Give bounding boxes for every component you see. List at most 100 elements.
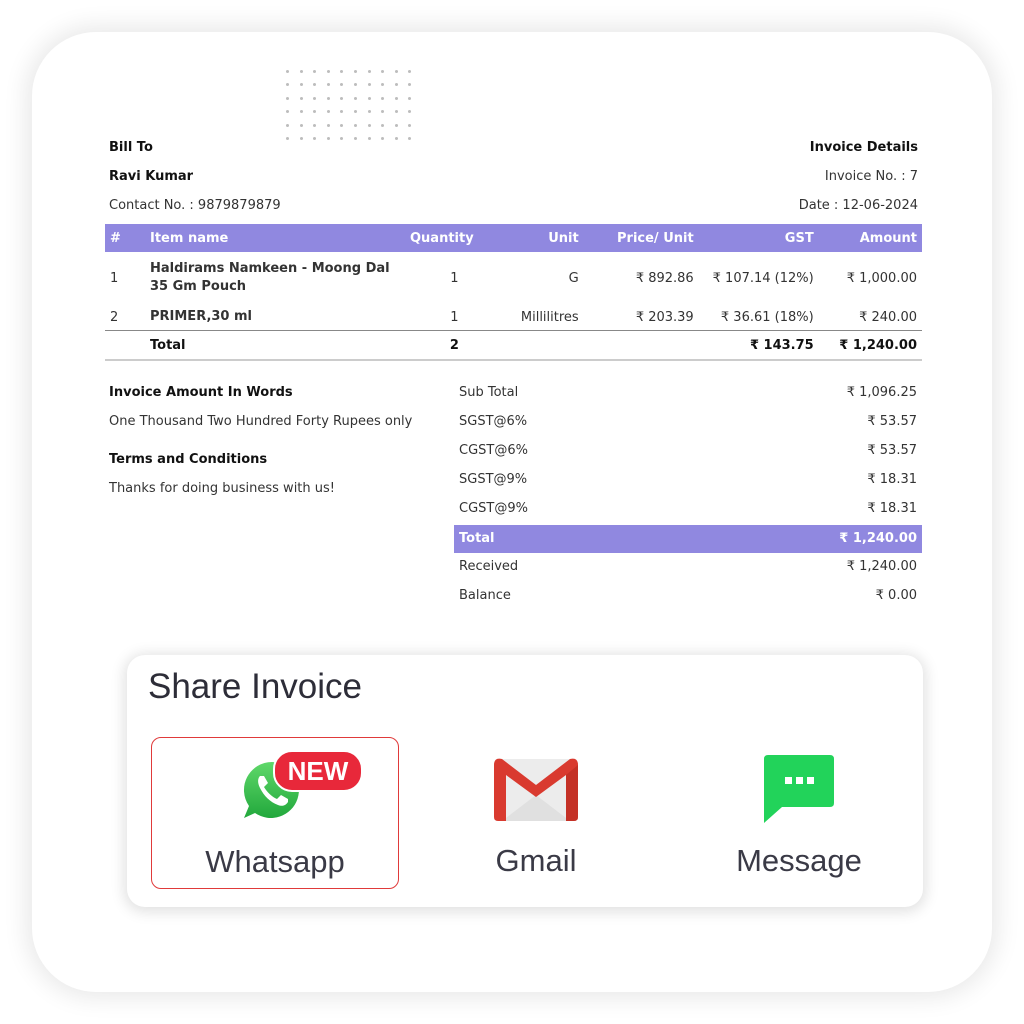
invoice-details-section: Invoice Details Invoice No. : 7 Date : 1…	[799, 135, 918, 222]
decorative-dot	[313, 70, 317, 73]
col-gst: GST	[698, 224, 819, 252]
share-message-button[interactable]: Message	[676, 737, 922, 887]
decorative-dot	[299, 123, 303, 127]
decorative-dot	[367, 137, 371, 140]
decorative-dot	[326, 123, 330, 127]
decorative-dot	[367, 110, 371, 114]
decorative-dot	[394, 123, 398, 127]
summary-value: ₹ 1,096.25	[846, 385, 917, 400]
decorative-dot	[408, 110, 412, 114]
row-price: ₹ 892.86	[635, 270, 694, 286]
decorative-dot	[326, 110, 330, 114]
decorative-dot	[354, 137, 357, 140]
summary-value: ₹ 18.31	[867, 501, 917, 516]
decorative-dot	[367, 96, 371, 100]
decorative-dot	[354, 123, 357, 127]
decorative-dot	[313, 96, 317, 100]
summary-row-total: Total ₹ 1,240.00	[454, 525, 922, 553]
decorative-dot	[381, 83, 385, 87]
share-whatsapp-button[interactable]: NEW Whatsapp	[151, 737, 399, 889]
decorative-dot	[340, 123, 344, 127]
decorative-dot	[299, 137, 303, 140]
col-item-name: Item name	[145, 224, 405, 252]
decorative-dot	[408, 96, 412, 100]
invoice-notes: Invoice Amount In Words One Thousand Two…	[109, 380, 439, 505]
row-unit: G	[568, 270, 579, 286]
decorative-dot	[381, 110, 385, 114]
invoice-date: Date : 12-06-2024	[798, 198, 918, 213]
decorative-dot	[408, 137, 412, 140]
summary-value: ₹ 1,240.00	[846, 559, 917, 574]
decorative-dot	[381, 96, 385, 100]
decorative-dot	[340, 96, 344, 100]
decorative-dot	[408, 123, 412, 127]
decorative-dot	[394, 110, 398, 114]
amount-in-words-heading: Invoice Amount In Words	[109, 385, 293, 400]
gmail-label: Gmail	[495, 843, 577, 878]
decorative-dot	[394, 137, 398, 140]
decorative-dot	[286, 137, 289, 140]
decorative-dot	[286, 123, 289, 127]
decorative-dot	[340, 137, 344, 140]
share-invoice-title: Share Invoice	[148, 667, 363, 706]
message-label: Message	[736, 843, 862, 878]
col-price-unit: Price/ Unit	[583, 224, 699, 252]
row-amount: ₹ 1,000.00	[846, 270, 917, 286]
col-unit: Unit	[478, 224, 584, 252]
invoice-details-heading: Invoice Details	[809, 140, 918, 155]
gmail-icon	[494, 758, 578, 821]
row-unit: Millilitres	[520, 309, 579, 325]
summary-value: ₹ 18.31	[867, 472, 917, 487]
summary-label: Sub Total	[459, 385, 519, 400]
row-number: 1	[110, 270, 119, 286]
decorative-dot	[381, 137, 385, 140]
decorative-dot	[394, 83, 398, 87]
row-item-name: PRIMER,30 ml	[150, 309, 253, 324]
bill-to-section: Bill To Ravi Kumar Contact No. : 9879879…	[109, 135, 281, 222]
summary-row-cgst-6: CGST@6% ₹ 53.57	[454, 438, 922, 467]
row-amount: ₹ 240.00	[859, 309, 917, 325]
whatsapp-label: Whatsapp	[205, 844, 345, 879]
decorative-dot	[408, 70, 412, 73]
total-label: Total	[145, 330, 405, 361]
decorative-dot	[299, 110, 303, 114]
decorative-dot	[394, 96, 398, 100]
row-quantity: 1	[450, 309, 459, 325]
total-gst: ₹ 143.75	[698, 330, 819, 361]
decorative-dot	[299, 83, 303, 87]
decorative-dot	[313, 110, 317, 114]
invoice-number: Invoice No. : 7	[824, 169, 918, 184]
summary-label: CGST@9%	[459, 501, 528, 516]
decorative-dot	[326, 137, 330, 140]
summary-label: Balance	[459, 588, 511, 603]
summary-row-sgst-6: SGST@6% ₹ 53.57	[454, 409, 922, 438]
row-price: ₹ 203.39	[635, 309, 694, 325]
decorative-dot	[286, 83, 289, 87]
row-number: 2	[110, 309, 119, 325]
total-amount: ₹ 1,240.00	[818, 330, 922, 361]
row-quantity: 1	[450, 270, 459, 286]
summary-row-balance: Balance ₹ 0.00	[454, 583, 922, 612]
items-table: # Item name Quantity Unit Price/ Unit GS…	[105, 224, 922, 361]
decorative-dot	[367, 70, 371, 73]
summary-row-received: Received ₹ 1,240.00	[454, 554, 922, 583]
summary-label: SGST@9%	[459, 472, 528, 487]
share-gmail-button[interactable]: Gmail	[413, 737, 659, 887]
decorative-dot	[340, 110, 344, 114]
decorative-dot	[286, 96, 289, 100]
decorative-dot	[367, 83, 371, 87]
decorative-dot	[394, 70, 398, 73]
new-badge: NEW	[273, 750, 363, 792]
decorative-dot	[299, 70, 303, 73]
items-table-header: # Item name Quantity Unit Price/ Unit GS…	[105, 224, 922, 252]
row-item-name: Haldirams Namkeen - Moong Dal 35 Gm Pouc…	[150, 261, 390, 294]
summary-label: CGST@6%	[459, 443, 528, 458]
summary-value: ₹ 53.57	[867, 443, 917, 458]
customer-contact: Contact No. : 9879879879	[109, 198, 281, 213]
decorative-dot	[326, 83, 330, 87]
amount-in-words-text: One Thousand Two Hundred Forty Rupees on…	[109, 414, 413, 429]
decorative-dot	[326, 70, 330, 73]
decorative-dot	[340, 70, 344, 73]
decorative-dot	[326, 96, 330, 100]
decorative-dot	[381, 70, 385, 73]
